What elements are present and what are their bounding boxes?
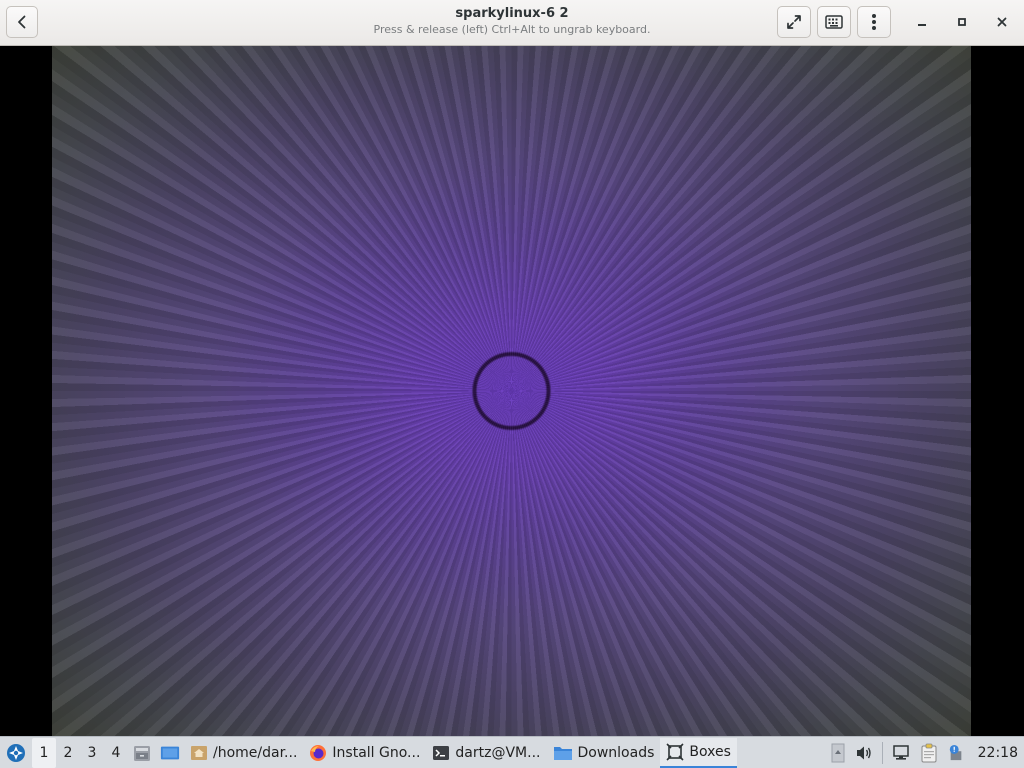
task-label: dartz@VM...: [455, 744, 541, 761]
task-label: Install Gno...: [332, 744, 421, 761]
window-subtitle: Press & release (left) Ctrl+Alt to ungra…: [373, 23, 651, 36]
task-terminal[interactable]: dartz@VM...: [426, 738, 546, 768]
firefox-icon: [310, 744, 327, 761]
workspace-4[interactable]: 4: [104, 738, 128, 768]
start-menu-button[interactable]: [0, 738, 32, 768]
tray-scroll-button[interactable]: [827, 738, 849, 768]
maximize-button[interactable]: [948, 8, 976, 36]
close-button[interactable]: [988, 8, 1016, 36]
update-notifier-icon: [949, 744, 961, 760]
task-boxes[interactable]: Boxes: [660, 737, 737, 768]
guest-taskbar: 1 2 3 4 /home/dar... Install Gno... dart…: [0, 736, 1024, 768]
kebab-menu-icon: [872, 14, 876, 30]
workspace-2[interactable]: 2: [56, 738, 80, 768]
menu-button[interactable]: [857, 6, 891, 38]
vm-display[interactable]: [0, 46, 1024, 736]
workspace-3[interactable]: 3: [80, 738, 104, 768]
workspace-1[interactable]: 1: [32, 737, 56, 768]
close-icon: [997, 17, 1007, 27]
scroll-up-icon: [831, 743, 845, 762]
header-bar: sparkylinux-6 2 Press & release (left) C…: [0, 0, 1024, 46]
clock[interactable]: 22:18: [970, 745, 1024, 761]
drawer-icon: [134, 745, 150, 761]
volume-icon: [856, 746, 871, 759]
clipboard-button[interactable]: [916, 738, 942, 768]
minimize-button[interactable]: [908, 8, 936, 36]
title-area: sparkylinux-6 2 Press & release (left) C…: [300, 5, 724, 37]
window-title: sparkylinux-6 2: [455, 6, 569, 21]
tray-separator: [881, 741, 883, 764]
maximize-icon: [958, 18, 966, 26]
fullscreen-button[interactable]: [777, 6, 811, 38]
task-label: /home/dar...: [213, 744, 298, 761]
updates-button[interactable]: [944, 738, 968, 768]
show-desktop-button[interactable]: [156, 738, 184, 768]
folder-home-icon: [191, 745, 207, 760]
minimize-icon: [918, 24, 926, 26]
task-label: Boxes: [689, 743, 731, 760]
task-label: Downloads: [577, 744, 655, 761]
boxes-icon: [666, 742, 684, 761]
wallpaper-texture: [52, 46, 971, 736]
task-firefox[interactable]: Install Gno...: [303, 738, 426, 768]
fullscreen-icon: [787, 15, 801, 29]
send-keys-button[interactable]: [817, 6, 851, 38]
folder-icon: [553, 746, 572, 760]
sparky-menu-icon: [7, 743, 25, 762]
keyboard-icon: [825, 15, 843, 29]
network-button[interactable]: [888, 738, 914, 768]
clipboard-icon: [921, 743, 937, 762]
back-arrow-icon: [18, 15, 26, 29]
back-button[interactable]: [6, 6, 38, 38]
task-home-folder[interactable]: /home/dar...: [184, 738, 303, 768]
terminal-icon: [433, 745, 450, 760]
task-downloads[interactable]: Downloads: [547, 738, 661, 768]
volume-button[interactable]: [851, 738, 877, 768]
file-manager-launcher[interactable]: [128, 738, 156, 768]
desktop-icon: [160, 746, 180, 759]
system-tray: 22:18: [827, 738, 1024, 768]
network-wired-icon: [892, 744, 909, 760]
